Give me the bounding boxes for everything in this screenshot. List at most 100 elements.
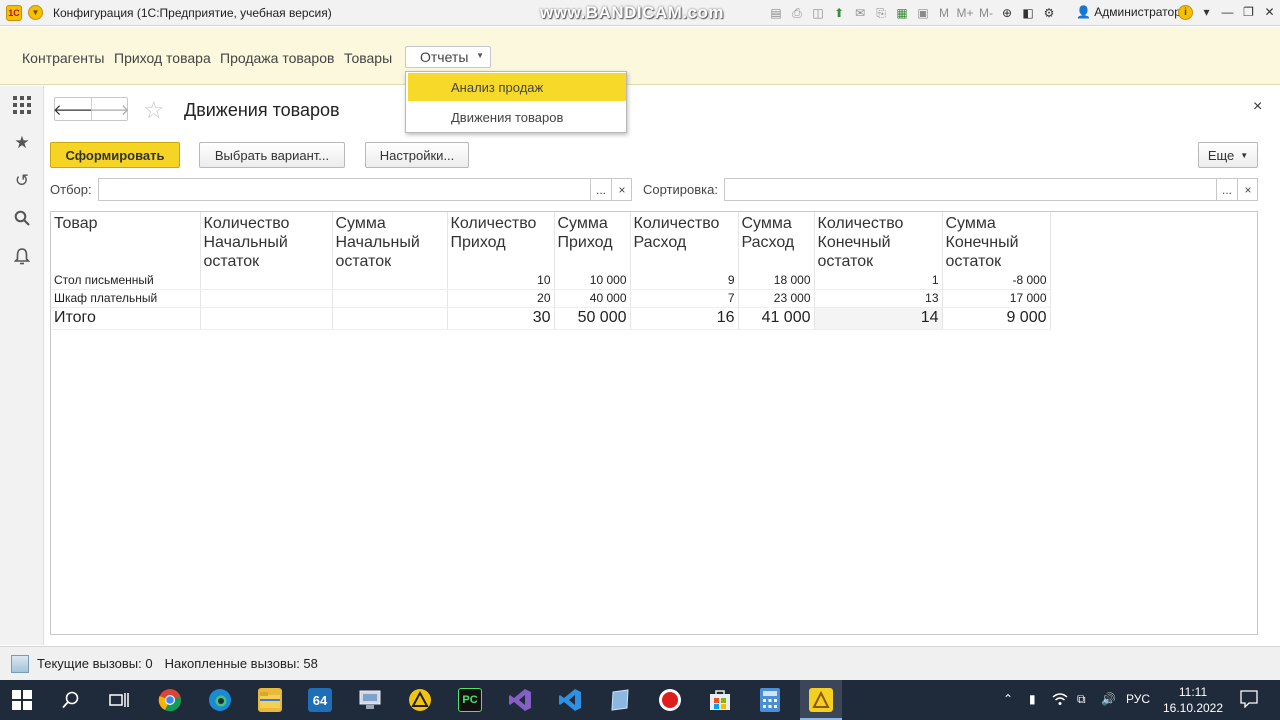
edge-icon[interactable] <box>208 688 232 712</box>
vscode-icon[interactable] <box>558 688 582 712</box>
add-to-favorites-star-icon[interactable]: ☆ <box>143 96 165 125</box>
tray-clock[interactable]: 11:11 16.10.2022 <box>1160 684 1226 716</box>
server-calls-icon[interactable] <box>11 654 29 673</box>
table-cell[interactable] <box>332 307 448 330</box>
search-icon[interactable] <box>12 208 32 228</box>
table-cell[interactable]: 7 <box>630 289 739 308</box>
table-cell[interactable]: 1 <box>814 271 943 290</box>
more-button[interactable]: Еще ▼ <box>1198 142 1258 168</box>
task-view-icon[interactable] <box>107 688 131 712</box>
table-total-row[interactable]: Итого 30 50 000 16 41 000 14 9 000 <box>51 307 1051 330</box>
close-window-icon[interactable]: ✕ <box>1259 3 1280 21</box>
forward-arrow-icon[interactable]: 🡒 <box>89 98 130 120</box>
taskbar-search-icon[interactable] <box>59 688 83 712</box>
action-center-icon[interactable] <box>1240 690 1258 711</box>
table-cell[interactable]: -8 000 <box>942 271 1051 290</box>
restore-icon[interactable]: ❐ <box>1238 3 1259 21</box>
table-cell[interactable] <box>200 307 333 330</box>
warning-app-icon[interactable] <box>408 688 432 712</box>
tray-wifi-icon[interactable] <box>1052 692 1068 709</box>
calendar-icon[interactable]: ▣ <box>915 5 931 21</box>
main-menu-icon[interactable]: ▼ <box>28 5 43 20</box>
table-cell[interactable]: 16 <box>630 307 739 330</box>
table-cell[interactable]: Итого <box>51 307 201 330</box>
tray-language[interactable]: РУС <box>1126 692 1150 706</box>
upload-icon[interactable]: ⬆ <box>831 5 847 21</box>
windows-start-icon[interactable] <box>10 688 34 712</box>
table-cell[interactable]: 18 000 <box>738 271 815 290</box>
table-cell[interactable] <box>200 289 333 308</box>
section-tovary[interactable]: Товары <box>344 50 392 66</box>
window-menu-icon[interactable]: ▾ <box>1196 3 1217 21</box>
memory-icon[interactable]: M <box>936 5 952 21</box>
reports-menu-button[interactable]: Отчеты ▼ <box>405 46 491 68</box>
mail-icon[interactable]: ✉ <box>852 5 868 21</box>
filter-select-button[interactable]: ... <box>590 179 611 200</box>
memory-plus-icon[interactable]: M+ <box>957 5 974 21</box>
record-icon[interactable] <box>658 688 682 712</box>
table-row[interactable]: Шкаф плательный 20 40 000 7 23 000 13 17… <box>51 289 1051 308</box>
section-kontragenty[interactable]: Контрагенты <box>22 50 104 66</box>
link-icon[interactable]: ⎘ <box>873 5 889 21</box>
save-icon[interactable]: ▤ <box>768 5 784 21</box>
generate-report-button[interactable]: Сформировать <box>50 142 180 168</box>
settings-button[interactable]: Настройки... <box>365 142 469 168</box>
table-cell[interactable] <box>332 289 448 308</box>
table-cell[interactable]: 40 000 <box>554 289 631 308</box>
filter-clear-button[interactable]: × <box>611 179 632 200</box>
print-icon[interactable]: ⎙ <box>789 5 805 21</box>
sections-grid-icon[interactable] <box>12 95 32 115</box>
table-cell[interactable]: 50 000 <box>554 307 631 330</box>
notifications-bell-icon[interactable] <box>12 246 32 266</box>
calculator-icon[interactable] <box>758 688 782 712</box>
table-cell[interactable]: 41 000 <box>738 307 815 330</box>
select-variant-button[interactable]: Выбрать вариант... <box>199 142 345 168</box>
panels-icon[interactable]: ◧ <box>1020 5 1036 21</box>
table-cell[interactable] <box>332 271 448 290</box>
close-form-icon[interactable]: × <box>1253 98 1262 116</box>
tray-usb-icon[interactable]: ▮ <box>1029 692 1036 706</box>
section-prodazha-tovarov[interactable]: Продажа товаров <box>220 50 334 66</box>
user-name[interactable]: 👤 Администратор <box>1076 5 1181 19</box>
table-cell[interactable]: 30 <box>447 307 555 330</box>
menu-item-dvizheniya-tovarov[interactable]: Движения товаров <box>408 103 626 131</box>
table-cell[interactable]: Шкаф плательный <box>51 289 201 308</box>
memory-minus-icon[interactable]: M- <box>978 5 994 21</box>
minimize-icon[interactable]: — <box>1217 3 1238 21</box>
app-64-icon[interactable]: 64 <box>308 688 332 712</box>
app-logo-icon[interactable]: 1C <box>6 4 22 21</box>
1c-enterprise-taskbar-icon[interactable] <box>809 688 833 712</box>
sort-select-button[interactable]: ... <box>1216 179 1237 200</box>
table-cell[interactable]: 17 000 <box>942 289 1051 308</box>
back-arrow-icon[interactable]: 🡐 <box>53 98 93 120</box>
table-cell[interactable]: Стол письменный <box>51 271 201 290</box>
table-cell[interactable] <box>200 271 333 290</box>
tools-icon[interactable]: ⚙ <box>1041 5 1057 21</box>
history-icon[interactable]: ↺ <box>12 171 32 191</box>
table-cell[interactable]: 13 <box>814 289 943 308</box>
notepad-icon[interactable] <box>608 688 632 712</box>
preview-icon[interactable]: ◫ <box>810 5 826 21</box>
table-row[interactable]: Стол письменный 10 10 000 9 18 000 1 -8 … <box>51 271 1051 290</box>
table-cell[interactable]: 23 000 <box>738 289 815 308</box>
spreadsheet-icon[interactable]: ▦ <box>894 5 910 21</box>
favorites-icon[interactable]: ★ <box>12 133 32 153</box>
file-explorer-icon[interactable] <box>258 688 282 712</box>
tray-network-icon[interactable]: ⧉ <box>1077 692 1086 707</box>
chrome-icon[interactable] <box>158 688 182 712</box>
info-icon[interactable]: i <box>1178 5 1193 20</box>
zoom-icon[interactable]: ⊕ <box>999 5 1015 21</box>
tray-chevron-up-icon[interactable]: ⌃ <box>1003 692 1013 706</box>
filter-field[interactable]: ... × <box>98 178 632 201</box>
table-cell[interactable]: 9 000 <box>942 307 1051 330</box>
table-cell[interactable]: 20 <box>447 289 555 308</box>
tray-volume-icon[interactable]: 🔊 <box>1101 692 1116 706</box>
pycharm-icon[interactable]: PC <box>458 688 482 712</box>
sort-clear-button[interactable]: × <box>1237 179 1258 200</box>
microsoft-store-icon[interactable] <box>708 688 732 712</box>
section-prihod-tovara[interactable]: Приход товара <box>114 50 211 66</box>
table-cell[interactable]: 9 <box>630 271 739 290</box>
table-cell[interactable]: 10 000 <box>554 271 631 290</box>
table-cell[interactable]: 10 <box>447 271 555 290</box>
sort-field[interactable]: ... × <box>724 178 1258 201</box>
